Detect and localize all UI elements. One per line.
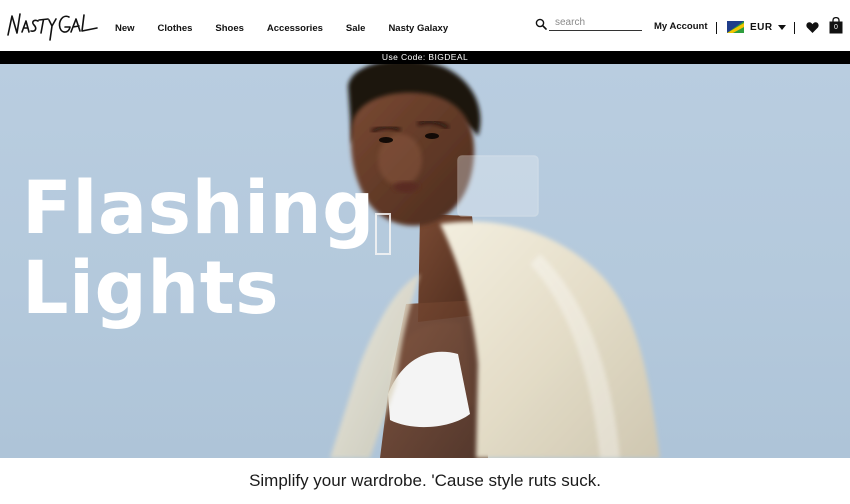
nav-clothes[interactable]: Clothes — [158, 23, 193, 34]
search-box — [535, 16, 642, 32]
heart-icon[interactable] — [806, 21, 819, 34]
nav-sale[interactable]: Sale — [346, 23, 366, 34]
nav-nasty-galaxy[interactable]: Nasty Galaxy — [388, 23, 448, 34]
shopping-bag-button[interactable]: 0 — [829, 16, 843, 34]
bag-count: 0 — [834, 24, 838, 31]
main-navigation: New Clothes Shoes Accessories Sale Nasty… — [115, 20, 471, 36]
nav-shoes[interactable]: Shoes — [215, 23, 244, 34]
header-divider — [794, 22, 795, 34]
currency-selector[interactable]: EUR — [727, 18, 786, 36]
site-header: New Clothes Shoes Accessories Sale Nasty… — [0, 0, 850, 51]
search-icon[interactable] — [535, 18, 547, 30]
hero-title-line: Flashing — [22, 166, 375, 251]
hero-title: Flashing Lights — [22, 169, 375, 329]
hero-title-line: Lights — [22, 246, 280, 331]
promo-banner[interactable]: Use Code: BIGDEAL — [0, 51, 850, 64]
logo-wordmark-icon — [7, 13, 98, 41]
flag-icon — [727, 21, 744, 33]
nav-new[interactable]: New — [115, 23, 135, 34]
currency-code: EUR — [750, 21, 773, 33]
nav-accessories[interactable]: Accessories — [267, 23, 323, 34]
tagline: Simplify your wardrobe. 'Cause style rut… — [0, 458, 850, 500]
chevron-down-icon — [777, 24, 786, 30]
hero-banner[interactable]: Flashing Lights — [0, 64, 850, 458]
brand-logo[interactable] — [5, 9, 99, 43]
my-account-link[interactable]: My Account — [654, 21, 707, 32]
search-input[interactable] — [549, 16, 642, 31]
header-divider — [716, 22, 717, 34]
